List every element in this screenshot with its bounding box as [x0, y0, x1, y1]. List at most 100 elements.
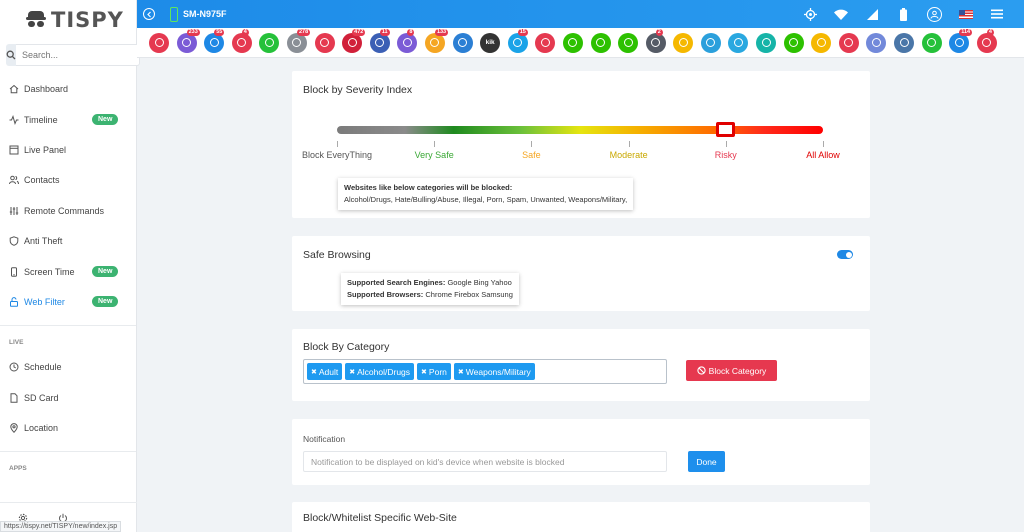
search-input[interactable] — [16, 44, 140, 66]
sidebar-item-schedule[interactable]: Schedule — [0, 352, 136, 382]
search-icon[interactable] — [6, 44, 16, 66]
category-tag[interactable]: ✖ Alcohol/Drugs — [345, 363, 415, 380]
browser-app-icon[interactable]: 472 — [342, 28, 366, 53]
app-glyph — [733, 38, 743, 47]
youtube-app-icon[interactable]: 4 — [976, 28, 997, 53]
category-tag[interactable]: ✖ Porn — [417, 363, 451, 380]
remove-tag-icon[interactable]: ✖ — [458, 368, 464, 376]
engines-label: Supported Search Engines: — [347, 278, 446, 287]
calendar-app-icon[interactable] — [314, 32, 335, 53]
user-avatar-icon[interactable] — [927, 6, 942, 22]
sidebar-item-timeline[interactable]: Timeline New — [0, 104, 136, 134]
signal-icon[interactable] — [865, 7, 879, 21]
sidebar-item-label: Schedule — [24, 362, 62, 373]
app-glyph — [568, 38, 578, 47]
sidebar-item-screen-time[interactable]: Screen Time New — [0, 256, 136, 286]
messages-app-icon[interactable]: 55 — [204, 28, 225, 53]
notification-input[interactable]: Notification to be displayed on kid's de… — [303, 451, 667, 472]
remove-tag-icon[interactable]: ✖ — [311, 368, 317, 376]
notification-count-badge: 133 — [434, 28, 449, 36]
remove-tag-icon[interactable]: ✖ — [421, 368, 427, 376]
hangouts-app-icon[interactable] — [811, 32, 832, 53]
video-app-icon[interactable] — [149, 32, 169, 53]
status-url: https://tispy.net/TISPY/new/index.jsp — [0, 521, 122, 532]
remove-tag-icon[interactable]: ✖ — [349, 368, 355, 376]
safe-browsing-toggle[interactable] — [837, 250, 853, 259]
battery-icon[interactable] — [896, 7, 910, 21]
app-glyph — [871, 38, 881, 47]
signal-app-icon[interactable] — [452, 32, 473, 53]
telegram-app-icon[interactable] — [700, 32, 721, 53]
gallery-app-icon[interactable]: 4 — [231, 28, 252, 53]
sidebar: TISPY Dashboard Timeline New Live Panel … — [0, 0, 140, 532]
severity-label[interactable]: Very Safe — [415, 150, 454, 160]
category-tag[interactable]: ✖ Weapons/Military — [453, 363, 535, 380]
app-icon-strip: 233 55 4 278 472 11 8 133 kik 15 2 114 4 — [137, 28, 1024, 58]
tooltip-title: Websites like below categories will be b… — [344, 183, 513, 192]
email-app-icon[interactable]: 133 — [424, 28, 449, 53]
severity-slider-track[interactable] — [337, 126, 823, 134]
notification-label: Notification — [303, 434, 346, 444]
category-tag[interactable]: ✖ Adult — [307, 363, 343, 380]
hike-app-icon[interactable] — [728, 32, 749, 53]
device-icon — [170, 6, 178, 22]
gps-icon[interactable] — [803, 7, 817, 21]
bip-app-icon[interactable] — [756, 32, 777, 53]
skype-app-icon[interactable]: 15 — [507, 28, 528, 53]
imo-app-icon[interactable] — [783, 32, 804, 53]
discord-app-icon[interactable] — [866, 32, 887, 53]
snapchat-app-icon[interactable] — [673, 32, 694, 53]
severity-slider-handle[interactable] — [715, 122, 735, 137]
map-pin-icon — [10, 423, 18, 434]
block-category-button[interactable]: Block Category — [686, 360, 777, 381]
sidebar-item-anti-theft[interactable]: Anti Theft — [0, 226, 136, 256]
kik-app-icon[interactable]: kik — [480, 32, 501, 53]
top-bar: SM-N975F — [137, 0, 1024, 28]
app-glyph: kik — [485, 39, 495, 46]
sidebar-item-dashboard[interactable]: Dashboard — [0, 74, 136, 104]
wechat-app-icon[interactable] — [562, 32, 583, 53]
whatsapp-app-icon[interactable] — [259, 32, 280, 53]
tag-label: Alcohol/Drugs — [357, 366, 411, 377]
app-glyph — [292, 38, 302, 47]
divider — [0, 451, 136, 453]
sidebar-item-contacts[interactable]: Contacts — [0, 165, 136, 195]
facebook-app-icon[interactable]: 11 — [369, 28, 390, 53]
wifi-icon[interactable] — [834, 7, 848, 21]
other-app-icon[interactable]: 114 — [949, 28, 973, 53]
severity-label[interactable]: Risky — [715, 150, 737, 160]
severity-label[interactable]: All Allow — [806, 150, 840, 160]
sidebar-item-sd-card[interactable]: SD Card — [0, 383, 136, 413]
viber-app-icon[interactable]: 233 — [176, 28, 200, 53]
menu-icon[interactable] — [990, 7, 1004, 21]
logo[interactable]: TISPY — [0, 0, 136, 40]
sidebar-item-web-filter[interactable]: Web Filter New — [0, 287, 136, 317]
sidebar-item-live-panel[interactable]: Live Panel — [0, 135, 136, 165]
tiktok-app-icon[interactable] — [921, 32, 942, 53]
severity-label[interactable]: Safe — [522, 150, 541, 160]
line-app-icon[interactable] — [590, 32, 611, 53]
back-icon[interactable] — [143, 8, 155, 20]
sidebar-item-location[interactable]: Location — [0, 413, 136, 443]
app-glyph — [458, 38, 468, 47]
viber2-app-icon[interactable]: 8 — [397, 28, 418, 53]
window-icon — [9, 145, 19, 155]
line2-app-icon[interactable] — [618, 32, 639, 53]
tinder-app-icon[interactable] — [535, 32, 556, 53]
us-flag-icon[interactable] — [959, 9, 973, 19]
keyboard-app-icon[interactable]: 278 — [286, 28, 311, 53]
sidebar-item-label: Anti Theft — [24, 236, 63, 247]
sidebar-item-remote-commands[interactable]: Remote Commands — [0, 196, 136, 226]
app-glyph — [954, 38, 964, 47]
category-tag-input[interactable]: ✖ Adult ✖ Alcohol/Drugs ✖ Porn ✖ Weapons/Mil… — [303, 359, 667, 384]
app-glyph — [430, 38, 440, 47]
severity-label[interactable]: Moderate — [610, 150, 648, 160]
instagram-app-icon[interactable]: 2 — [645, 28, 666, 53]
pinterest-app-icon[interactable] — [838, 32, 859, 53]
done-button[interactable]: Done — [688, 451, 725, 472]
app-glyph — [402, 38, 412, 47]
severity-label[interactable]: Block EveryThing — [302, 150, 372, 160]
device-name[interactable]: SM-N975F — [183, 9, 227, 19]
vk-app-icon[interactable] — [894, 32, 915, 53]
safe-browsing-title: Safe Browsing — [303, 249, 371, 261]
